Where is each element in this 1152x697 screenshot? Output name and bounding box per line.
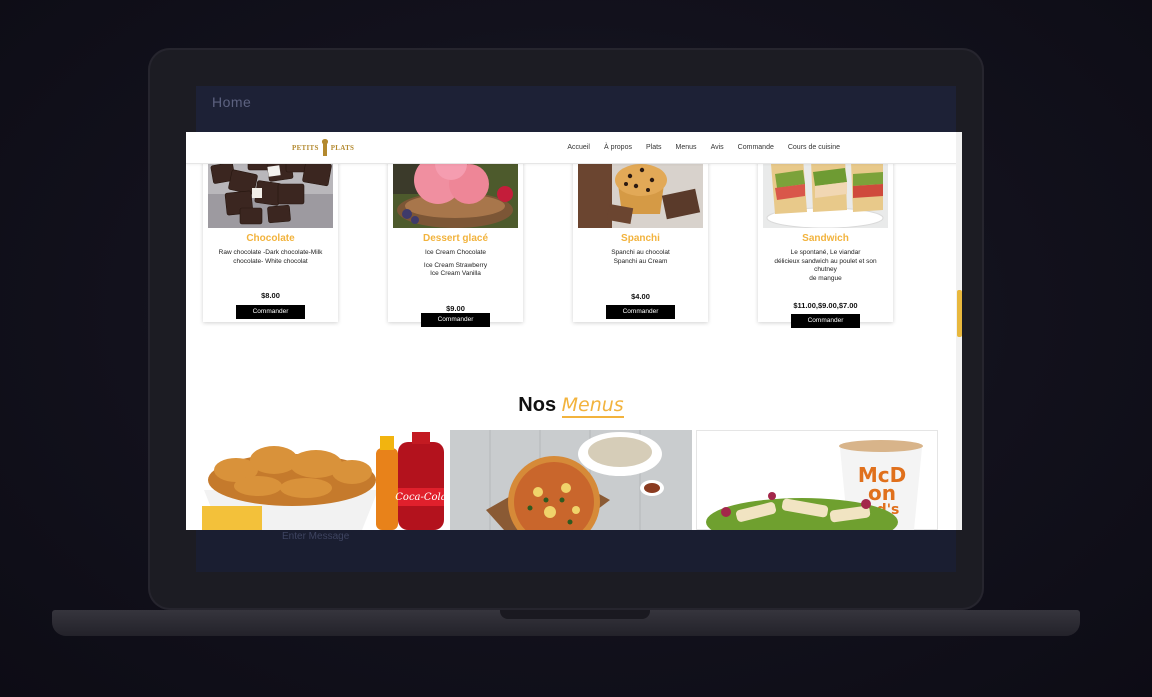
nav-a-propos[interactable]: À propos	[604, 144, 632, 151]
heading-plain: Nos	[518, 394, 557, 416]
logo-text-left: PETITS	[292, 144, 319, 152]
laptop-notch	[500, 610, 650, 619]
product-price: $8.00	[261, 291, 280, 300]
product-card-sandwich: Sandwich Le spontané, Le viandar délicie…	[758, 154, 893, 328]
product-price: $11.00,$9.00,$7.00	[793, 301, 858, 310]
product-title: Dessert glacé	[422, 233, 489, 244]
main-nav: Accueil À propos Plats Menus Avis Comman…	[567, 132, 840, 163]
menu-image-chicken-coke[interactable]: Coca-Cola	[202, 430, 446, 530]
product-description: Spanchi au chocolat Spanchi au Cream	[611, 249, 670, 265]
nav-menus[interactable]: Menus	[676, 144, 697, 151]
nav-plats[interactable]: Plats	[646, 144, 662, 151]
menu-image-salad-mcd[interactable]: McD on d's	[696, 430, 938, 530]
chef-hat-icon	[321, 139, 328, 156]
ice-cream-image	[393, 154, 518, 228]
menus-section-heading: Nos Menus	[186, 394, 956, 417]
commander-button[interactable]: Commander	[791, 314, 860, 328]
menu-image-pizza[interactable]	[450, 430, 692, 530]
heading-accent: Menus	[561, 394, 624, 416]
product-card-spanchi: Spanchi Spanchi au chocolat Spanchi au C…	[573, 154, 708, 322]
product-description: Ice Cream Chocolate Ice Cream Strawberry…	[423, 249, 488, 277]
webpage: Chocolate Raw chocolate -Dark chocolate-…	[186, 132, 962, 530]
product-title: Sandwich	[802, 233, 849, 244]
product-card-chocolate: Chocolate Raw chocolate -Dark chocolate-…	[203, 154, 338, 322]
site-logo[interactable]: PETITS PLATS	[292, 137, 354, 159]
commander-button[interactable]: Commander	[236, 305, 305, 319]
product-title: Chocolate	[246, 233, 295, 244]
nav-commande[interactable]: Commande	[738, 144, 774, 151]
nav-cours-de-cuisine[interactable]: Cours de cuisine	[788, 144, 840, 151]
logo-text-right: PLATS	[330, 144, 355, 152]
product-description: Raw chocolate -Dark chocolate-Milk choco…	[218, 249, 323, 265]
product-card-dessert-glace: Dessert glacé Ice Cream Chocolate Ice Cr…	[388, 154, 523, 327]
site-navbar: PETITS PLATS Accueil À propos Plats Menu…	[186, 132, 962, 164]
spanchi-image	[578, 154, 703, 228]
svg-text:Coca-Cola: Coca-Cola	[395, 492, 446, 503]
nav-avis[interactable]: Avis	[711, 144, 724, 151]
product-title: Spanchi	[621, 233, 660, 244]
page-scrollbar[interactable]	[956, 132, 962, 530]
product-price: $9.00	[446, 304, 465, 313]
nav-accueil[interactable]: Accueil	[567, 144, 590, 151]
commander-button[interactable]: Commander	[421, 313, 490, 327]
sandwich-image	[763, 154, 888, 228]
chocolate-image	[208, 154, 333, 228]
commander-button[interactable]: Commander	[606, 305, 675, 319]
background-message-placeholder: Enter Message	[282, 531, 350, 542]
background-window-title: Home	[212, 94, 252, 110]
product-description: Le spontané, Le viandar délicieux sandwi…	[774, 249, 877, 282]
product-price: $4.00	[631, 292, 650, 301]
scrollbar-thumb[interactable]	[957, 290, 962, 337]
